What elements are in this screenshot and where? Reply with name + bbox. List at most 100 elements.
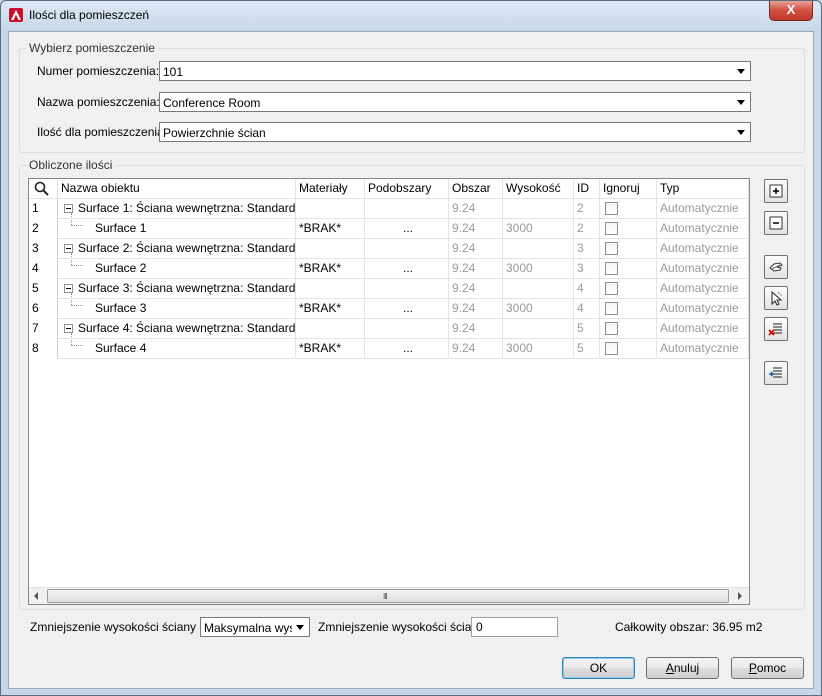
room-number-combo[interactable]: 101 (159, 61, 751, 81)
search-column-button[interactable] (29, 179, 58, 199)
materials-cell (296, 319, 365, 339)
type-cell: Automatycznie (657, 339, 749, 359)
table-row[interactable]: 4 Surface 2 *BRAK* ... 9.24 3000 3 Autom… (29, 259, 749, 279)
height-cell: 3000 (503, 259, 574, 279)
title-bar[interactable]: Ilości dla pomieszczeń X (1, 1, 821, 29)
room-number-value: 101 (163, 65, 184, 79)
col-header-ignore[interactable]: Ignoruj (600, 179, 657, 199)
grid-header: Nazwa obiektu Materiały Podobszary Obsza… (29, 179, 749, 199)
cancel-label: nuluj (673, 661, 700, 675)
expand-all-icon (769, 184, 783, 198)
height-cell: 3000 (503, 219, 574, 239)
pick-object-button[interactable] (764, 286, 788, 310)
ok-button[interactable]: OK (562, 657, 635, 679)
col-header-type[interactable]: Typ (657, 179, 749, 199)
ignore-checkbox[interactable] (605, 242, 618, 255)
object-name-cell: Surface 1: Ściana wewnętrzna: Standard (58, 199, 296, 219)
collapse-icon[interactable] (64, 244, 73, 253)
expand-all-button[interactable] (764, 179, 788, 203)
scroll-left-icon[interactable] (34, 592, 38, 600)
object-name-cell: Surface 4 (58, 339, 296, 359)
hand-select-icon (769, 262, 783, 272)
row-number: 8 (29, 339, 58, 359)
materials-cell (296, 279, 365, 299)
col-header-area[interactable]: Obszar (449, 179, 503, 199)
remove-rows-button[interactable] (764, 317, 788, 341)
quantity-combo[interactable]: Powierzchnie ścian (159, 122, 751, 142)
cancel-button[interactable]: Anuluj (646, 657, 719, 679)
ignore-checkbox[interactable] (605, 302, 618, 315)
id-cell: 4 (574, 279, 600, 299)
ignore-checkbox[interactable] (605, 262, 618, 275)
ignore-checkbox[interactable] (605, 322, 618, 335)
help-button[interactable]: Pomoc (731, 657, 804, 679)
chevron-down-icon (737, 69, 745, 74)
table-row[interactable]: 6 Surface 3 *BRAK* ... 9.24 3000 4 Autom… (29, 299, 749, 319)
subareas-button[interactable]: ... (365, 259, 449, 279)
col-header-materials[interactable]: Materiały (296, 179, 365, 199)
row-number: 1 (29, 199, 58, 219)
type-cell: Automatycznie (657, 239, 749, 259)
ignore-cell (600, 239, 657, 259)
quantities-grid[interactable]: Nazwa obiektu Materiały Podobszary Obsza… (28, 178, 750, 605)
scrollbar-thumb[interactable]: III (47, 589, 729, 603)
scroll-right-icon[interactable] (738, 592, 742, 600)
row-number: 7 (29, 319, 58, 339)
type-cell: Automatycznie (657, 279, 749, 299)
table-row[interactable]: 8 Surface 4 *BRAK* ... 9.24 3000 5 Autom… (29, 339, 749, 359)
horizontal-scrollbar[interactable]: III (29, 587, 749, 604)
col-header-name[interactable]: Nazwa obiektu (58, 179, 296, 199)
add-rows-button[interactable] (764, 361, 788, 385)
reduction-input[interactable]: 0 (471, 617, 558, 637)
room-name-combo[interactable]: Conference Room (159, 92, 751, 112)
table-row[interactable]: 5 Surface 3: Ściana wewnętrzna: Standard… (29, 279, 749, 299)
table-row[interactable]: 1 Surface 1: Ściana wewnętrzna: Standard… (29, 199, 749, 219)
col-header-id[interactable]: ID (574, 179, 600, 199)
ignore-checkbox[interactable] (605, 342, 618, 355)
cancel-mnemonic: A (665, 661, 674, 675)
subareas-button[interactable]: ... (365, 299, 449, 319)
subareas-cell (365, 319, 449, 339)
table-row[interactable]: 7 Surface 4: Ściana wewnętrzna: Standard… (29, 319, 749, 339)
select-in-drawing-button[interactable] (764, 255, 788, 279)
materials-cell (296, 239, 365, 259)
collapse-icon[interactable] (64, 204, 73, 213)
collapse-icon[interactable] (64, 324, 73, 333)
collapse-all-icon (769, 216, 783, 230)
reduction-label: Zmniejszenie wysokości ściany (318, 620, 485, 634)
subareas-button[interactable]: ... (365, 339, 449, 359)
id-cell: 5 (574, 319, 600, 339)
row-number: 2 (29, 219, 58, 239)
collapse-all-button[interactable] (764, 211, 788, 235)
area-cell: 9.24 (449, 219, 503, 239)
ignore-cell (600, 259, 657, 279)
ignore-checkbox[interactable] (605, 202, 618, 215)
ignore-checkbox[interactable] (605, 222, 618, 235)
subareas-button[interactable]: ... (365, 219, 449, 239)
type-cell: Automatycznie (657, 199, 749, 219)
area-cell: 9.24 (449, 259, 503, 279)
ignore-checkbox[interactable] (605, 282, 618, 295)
type-cell: Automatycznie (657, 259, 749, 279)
object-name-cell: Surface 3: Ściana wewnętrzna: Standard (58, 279, 296, 299)
object-name-cell: Surface 3 (58, 299, 296, 319)
height-cell (503, 239, 574, 259)
table-row[interactable]: 3 Surface 2: Ściana wewnętrzna: Standard… (29, 239, 749, 259)
height-cell (503, 199, 574, 219)
reduction-from-combo[interactable]: Maksymalna wyso (200, 617, 310, 637)
height-cell: 3000 (503, 339, 574, 359)
close-button[interactable]: X (769, 1, 813, 21)
table-row[interactable]: 2 Surface 1 *BRAK* ... 9.24 3000 2 Autom… (29, 219, 749, 239)
id-cell: 2 (574, 199, 600, 219)
ignore-cell (600, 199, 657, 219)
col-header-subareas[interactable]: Podobszary (365, 179, 449, 199)
type-cell: Automatycznie (657, 299, 749, 319)
subareas-cell (365, 279, 449, 299)
room-number-label: Numer pomieszczenia: (37, 64, 160, 78)
col-header-height[interactable]: Wysokość (503, 179, 574, 199)
collapse-icon[interactable] (64, 284, 73, 293)
height-cell (503, 279, 574, 299)
total-area-label: Całkowity obszar: 36.95 m2 (615, 620, 763, 634)
object-name: Surface 4: Ściana wewnętrzna: Standard (78, 321, 296, 335)
area-cell: 9.24 (449, 199, 503, 219)
